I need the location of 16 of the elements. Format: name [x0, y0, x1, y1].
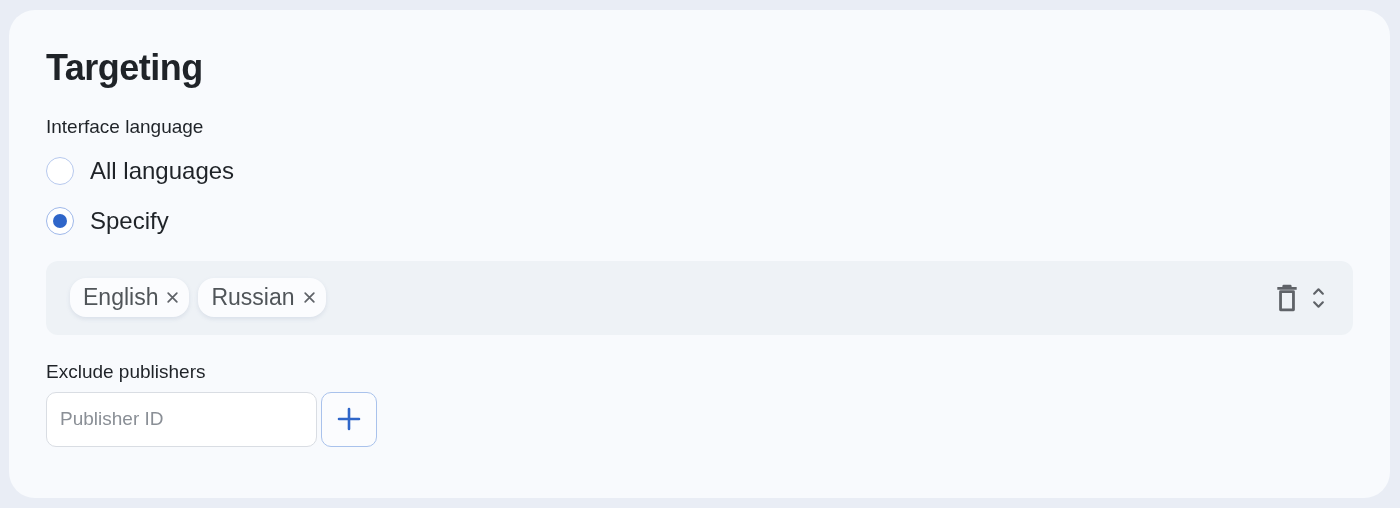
section-title: Targeting: [46, 50, 204, 86]
trash-icon[interactable]: [1276, 283, 1298, 312]
add-button[interactable]: [321, 391, 377, 447]
radio-option[interactable]: All languages: [46, 156, 1353, 185]
publisher-id-field[interactable]: Publisher ID: [46, 391, 317, 447]
field-label: Interface language: [46, 116, 205, 139]
plus-icon: [337, 407, 361, 432]
radio-button[interactable]: [46, 206, 74, 235]
radio-option[interactable]: Specify: [46, 206, 1353, 235]
remove-icon[interactable]: [302, 291, 316, 305]
language-select[interactable]: English Russian: [46, 260, 1353, 335]
radio-button[interactable]: [46, 156, 74, 185]
remove-icon[interactable]: [166, 291, 180, 305]
field-label: Exclude publishers: [46, 360, 207, 384]
tag-label: Russian: [211, 284, 295, 312]
tag-label: English: [83, 284, 159, 312]
